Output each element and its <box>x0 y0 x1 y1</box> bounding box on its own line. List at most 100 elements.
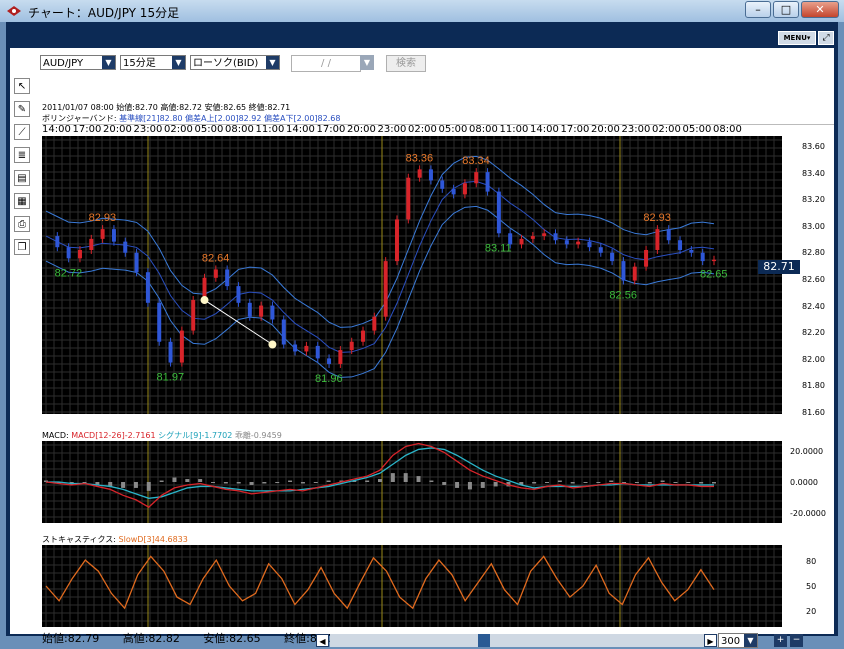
candle-body <box>542 233 547 237</box>
app-logo-icon <box>7 6 21 16</box>
date-input[interactable]: / / <box>291 55 361 72</box>
macd-histogram-bar <box>647 482 652 484</box>
bar-count-select[interactable]: 300 ▼ <box>718 633 758 648</box>
time-tick-label: 05:00 <box>682 124 712 135</box>
chevron-down-icon: ▼ <box>172 56 185 69</box>
time-tick-label: 02:00 <box>408 124 437 135</box>
time-tick-label: 14:00 <box>530 124 559 135</box>
time-tick-label: 20:00 <box>591 124 620 135</box>
time-tick-label: 14:00 <box>286 124 315 135</box>
candle-body <box>111 229 116 242</box>
search-button[interactable]: 検索 <box>386 55 426 72</box>
time-scrollbar[interactable] <box>330 634 728 647</box>
candle-body <box>270 305 275 320</box>
price-annotation-label: 81.96 <box>315 373 343 385</box>
price-tick-label: 82.20 <box>802 328 825 338</box>
sheet-tool-icon[interactable]: ▤ <box>14 170 30 186</box>
print-icon[interactable]: ⎙ <box>14 216 30 232</box>
price-tick-label: 81.80 <box>802 381 825 391</box>
macd-histogram-bar <box>480 482 485 488</box>
window-title: チャート：AUD/JPY 15分足 <box>28 6 180 20</box>
chart-type-select[interactable]: ローソク(BID) ▼ <box>190 55 280 70</box>
price-tick-label: 82.60 <box>802 275 825 284</box>
macd-histogram-bar <box>493 482 498 487</box>
candle-body <box>191 300 196 331</box>
macd-divergence-label: 乖離-0.9459 <box>234 431 282 440</box>
time-tick-label: 14:00 <box>42 124 71 135</box>
macd-chart <box>42 441 782 523</box>
candle-body <box>496 191 501 234</box>
candle-body <box>315 345 320 359</box>
timeframe-select[interactable]: 15分足 ▼ <box>120 55 186 70</box>
chart-window: MENU▾ ⤢ AUD/JPY ▼ 15分足 ▼ ローソク(BID) ▼ / / ▼ … <box>6 22 838 648</box>
copy-icon[interactable]: ❐ <box>14 239 30 255</box>
time-tick-label: 05:00 <box>438 124 468 135</box>
timeframe-value: 15分足 <box>123 58 156 69</box>
price-annotation-label: 82.93 <box>643 212 671 224</box>
candle-body <box>55 236 60 248</box>
candle-body <box>394 219 399 262</box>
macd-histogram-bar <box>211 482 215 483</box>
zoom-out-button[interactable]: − <box>790 634 803 647</box>
macd-histogram-bar <box>429 480 434 482</box>
price-tick-label: 83.60 <box>802 142 825 151</box>
zoom-in-button[interactable]: + <box>774 634 787 647</box>
macd-header: MACD: MACD[12-26]-2.7161 シグナル[9]-1.7702 … <box>42 430 834 441</box>
candle-body <box>666 229 671 241</box>
time-tick-label: 23:00 <box>133 124 163 135</box>
macd-histogram-bar <box>403 473 408 482</box>
fibonacci-tool-icon[interactable]: ≣ <box>14 147 30 163</box>
drawing-toolbar: ↖ ✎ ⟋ ≣ ▤ ▦ ⎙ ❐ <box>14 78 34 262</box>
maximize-button[interactable]: □ <box>773 1 799 18</box>
pencil-tool-icon[interactable]: ✎ <box>14 101 30 117</box>
bar-count-value: 300 <box>721 636 741 647</box>
time-tick-label: 08:00 <box>469 124 498 135</box>
minimize-button[interactable]: – <box>745 1 771 18</box>
candle-body <box>236 286 241 303</box>
price-tick-label: 83.20 <box>802 195 825 205</box>
close-button[interactable]: ✕ <box>801 1 839 18</box>
stoch-tick-label: 50 <box>806 582 817 591</box>
cursor-tool-icon[interactable]: ↖ <box>14 78 30 94</box>
candle-body <box>428 169 433 181</box>
macd-histogram-bar <box>609 480 614 482</box>
macd-histogram-bar <box>442 482 447 485</box>
candle-body <box>66 247 71 259</box>
time-tick-label: 08:00 <box>713 124 742 135</box>
current-price-badge: 82.71 <box>758 260 800 274</box>
candle-body <box>304 345 309 352</box>
macd-histogram-bar <box>570 482 575 484</box>
chevron-down-icon: ▼ <box>266 56 279 69</box>
scroll-left-button[interactable]: ◀ <box>316 634 329 647</box>
candle-body <box>530 236 535 239</box>
calculator-tool-icon[interactable]: ▦ <box>14 193 30 209</box>
scroll-right-button[interactable]: ▶ <box>704 634 717 647</box>
trendline-tool-icon[interactable]: ⟋ <box>14 124 30 140</box>
trendline-handle <box>268 340 277 349</box>
menu-button[interactable]: MENU▾ <box>778 31 816 45</box>
chevron-down-icon: ▼ <box>744 634 757 647</box>
time-tick-label: 08:00 <box>225 124 254 135</box>
scrollbar-thumb[interactable] <box>478 634 490 647</box>
price-chart: 82.93 82.72 82.64 81.97 81.96 83.36 83.34 83.11… <box>42 136 782 414</box>
chart-panel: AUD/JPY ▼ 15分足 ▼ ローソク(BID) ▼ / / ▼ 検索 ↖ ✎ ⟋… <box>10 48 834 648</box>
chart-toolbar: AUD/JPY ▼ 15分足 ▼ ローソク(BID) ▼ / / ▼ 検索 <box>10 48 834 76</box>
macd-histogram-bar <box>288 480 293 482</box>
time-tick-label: 20:00 <box>103 124 132 135</box>
price-tick-label: 83.40 <box>802 168 825 178</box>
pair-select[interactable]: AUD/JPY ▼ <box>40 55 116 70</box>
macd-tick-label: 20.0000 <box>790 447 824 456</box>
macd-histogram-bar <box>532 482 537 484</box>
ohlc-text: 2011/01/07 08:00 始値:82.70 高値:82.72 安値:82… <box>42 103 291 112</box>
candle-body <box>655 229 660 250</box>
price-annotation-label: 83.36 <box>406 152 434 164</box>
candle-body <box>77 249 82 259</box>
price-tick-label: 82.40 <box>802 301 825 311</box>
candle-body <box>440 180 445 189</box>
price-annotation-label: 83.11 <box>485 242 512 254</box>
candle-body <box>417 169 422 178</box>
macd-histogram-bar <box>467 482 472 490</box>
candle-body <box>145 272 150 303</box>
date-dropdown-icon[interactable]: ▼ <box>360 55 374 70</box>
expand-icon[interactable]: ⤢ <box>818 31 834 45</box>
